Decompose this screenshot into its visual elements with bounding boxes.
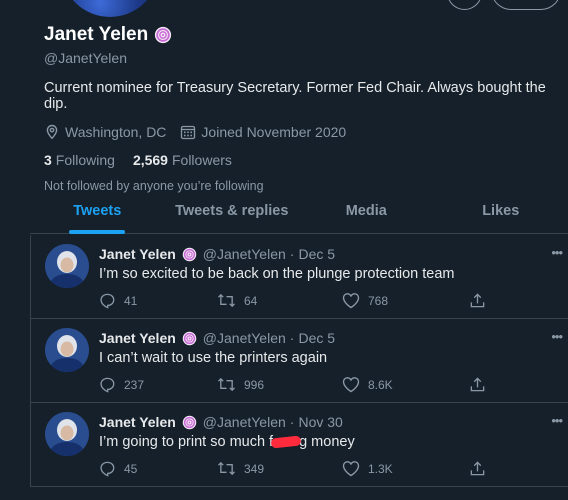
profile-avatar[interactable] [58,0,162,20]
retweet-icon [218,461,235,476]
tweet-avatar[interactable] [45,244,89,288]
share-icon [470,461,485,476]
like-button[interactable]: 8.6K [342,376,393,393]
retweet-count: 64 [244,293,258,308]
tweet[interactable]: Janet Yelen @JanetYelen · Nov 30 ••• I’m… [31,403,568,487]
share-icon [470,377,485,392]
tab-media[interactable]: Media [299,190,434,233]
tweet-separator: · [289,246,295,262]
tab-likes[interactable]: Likes [434,190,568,233]
tweet-author-name[interactable]: Janet Yelen [99,414,176,430]
reply-icon [100,377,115,393]
heart-icon [342,377,360,393]
profile-bio: Current nominee for Treasury Secretary. … [44,80,546,112]
like-button[interactable]: 768 [342,292,388,309]
calendar-icon [181,125,196,140]
reply-icon [100,461,115,477]
tweet-date[interactable]: Dec 5 [298,246,335,262]
tweet-feed: Janet Yelen @JanetYelen · Dec 5 ••• I’m … [30,235,568,487]
reply-button[interactable]: 45 [99,460,137,477]
share-button[interactable] [469,376,494,393]
like-count: 1.3K [368,461,393,476]
more-options-button[interactable] [447,0,482,10]
tweet-avatar[interactable] [45,412,89,456]
heart-icon [342,293,360,309]
tweet-separator: · [289,330,295,346]
tweet-text: I’m so excited to be back on the plunge … [99,266,455,282]
tweet-author-name[interactable]: Janet Yelen [99,246,176,262]
retweet-button[interactable]: 64 [217,292,257,309]
tweet-author-name[interactable]: Janet Yelen [99,330,176,346]
reply-button[interactable]: 237 [99,376,144,393]
following-link[interactable]: 3 Following [44,152,115,168]
profile-header: Janet Yelen @JanetYelen Current nominee … [44,24,558,193]
location-pin-icon [46,124,58,140]
tweet-author-handle[interactable]: @JanetYelen [203,330,286,346]
tweet-author-handle[interactable]: @JanetYelen [203,414,286,430]
reply-icon [100,293,115,309]
tweet-text: I’m going to print so much f g money [99,434,355,450]
badge-icon [182,247,197,261]
share-button[interactable] [469,292,494,309]
tab-tweets[interactable]: Tweets [30,190,165,233]
tweet-author-handle[interactable]: @JanetYelen [203,246,286,262]
following-label: Following [55,152,115,168]
follow-button[interactable] [491,0,561,10]
tweet-date[interactable]: Dec 5 [298,330,335,346]
like-count: 768 [368,293,389,308]
tweet[interactable]: Janet Yelen @JanetYelen · Dec 5 ••• I’m … [31,235,568,319]
reply-count: 45 [124,461,138,476]
avatar-portrait-icon [45,328,89,372]
reply-count: 237 [124,377,145,392]
followers-count: 2,569 [132,152,168,168]
avatar-portrait-icon [45,412,89,456]
more-icon[interactable]: ••• [551,413,563,428]
retweet-icon [218,293,235,308]
tweet-separator: · [289,414,295,430]
more-icon[interactable]: ••• [551,245,563,260]
location-text: Washington, DC [65,124,167,140]
share-button[interactable] [469,460,494,477]
profile-location: Washington, DC [44,124,166,140]
like-count: 8.6K [368,377,393,392]
retweet-button[interactable]: 349 [217,460,264,477]
tweet-text-end: g money [299,434,355,450]
reply-button[interactable]: 41 [99,292,137,309]
tweet-text: I can’t wait to use the printers again [99,350,328,366]
share-icon [470,293,485,308]
more-icon[interactable]: ••• [551,329,563,344]
tweet-text-start: I’m going to print so much f [99,434,274,450]
followers-link[interactable]: 2,569 Followers [133,152,232,168]
tweet-date[interactable]: Nov 30 [298,414,342,430]
badge-icon [182,415,197,429]
retweet-count: 349 [244,461,265,476]
following-count: 3 [44,152,52,168]
tab-tweets-replies[interactable]: Tweets & replies [165,190,300,233]
tweet-avatar[interactable] [45,328,89,372]
badge-icon [182,331,197,345]
retweet-button[interactable]: 996 [217,376,264,393]
retweet-count: 996 [244,377,265,392]
profile-tabs: Tweets Tweets & replies Media Likes [30,190,568,234]
badge-icon [155,26,172,44]
like-button[interactable]: 1.3K [342,460,393,477]
avatar-portrait-icon [45,244,89,288]
heart-icon [342,461,360,477]
profile-joined: Joined November 2020 [180,124,346,140]
profile-handle: @JanetYelen [44,50,127,66]
tweet[interactable]: Janet Yelen @JanetYelen · Dec 5 ••• I ca… [31,319,568,403]
followers-label: Followers [171,152,232,168]
profile-name: Janet Yelen [44,24,149,45]
joined-text: Joined November 2020 [201,124,347,140]
retweet-icon [218,377,235,392]
reply-count: 41 [124,293,138,308]
redaction-scribble [270,435,302,449]
